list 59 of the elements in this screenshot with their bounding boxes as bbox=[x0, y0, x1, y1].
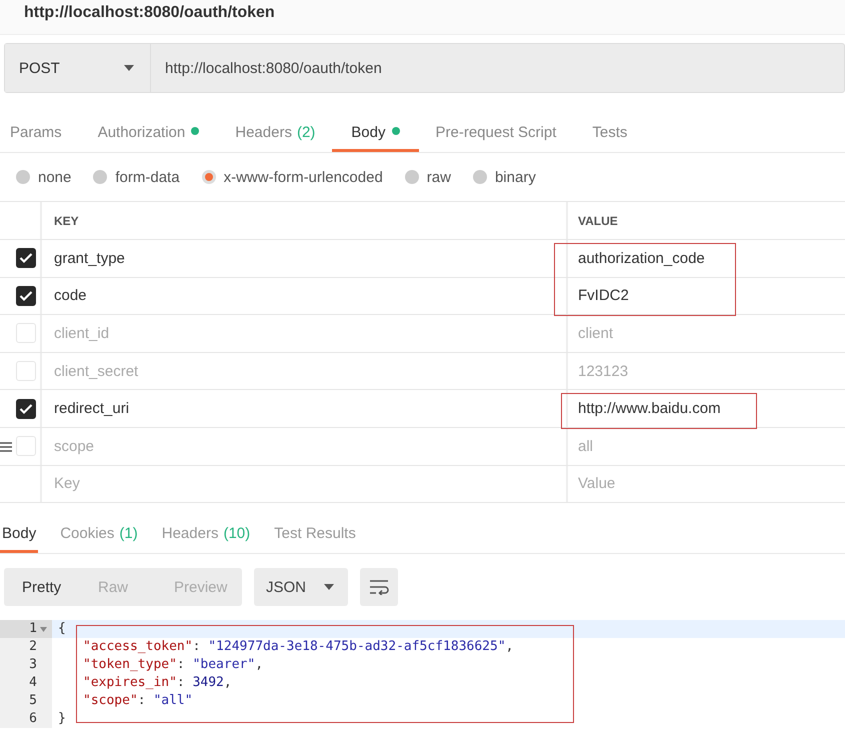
request-tab[interactable]: Pre-request Script bbox=[436, 115, 556, 152]
check-icon bbox=[19, 252, 33, 264]
response-tab[interactable]: Headers (10) bbox=[160, 517, 252, 554]
key-cell[interactable]: scope bbox=[42, 428, 568, 465]
key-cell[interactable]: grant_type bbox=[42, 240, 568, 277]
key-cell[interactable]: redirect_uri bbox=[42, 390, 568, 427]
view-mode-button[interactable]: Raw bbox=[80, 568, 156, 606]
request-tab[interactable]: Tests bbox=[592, 115, 628, 152]
response-tab[interactable]: Body bbox=[0, 517, 38, 554]
key-cell[interactable]: client_id bbox=[42, 315, 568, 352]
value-cell[interactable]: authorization_code bbox=[568, 240, 845, 277]
body-type-radio[interactable]: binary bbox=[472, 168, 536, 186]
body-type-radio[interactable]: none bbox=[16, 168, 72, 186]
line-number: 1 bbox=[28, 620, 37, 638]
wrap-lines-button[interactable] bbox=[360, 568, 398, 606]
wrap-icon bbox=[369, 579, 389, 596]
value-input[interactable]: Value bbox=[568, 466, 845, 502]
key-input[interactable]: Key bbox=[42, 466, 568, 502]
code-line: "access_token": "124977da-3e18-475b-ad32-af5cf1836625", bbox=[83, 638, 514, 656]
line-number: 2 bbox=[28, 638, 37, 656]
view-mode-button[interactable]: Pretty bbox=[4, 568, 80, 606]
row-checkbox[interactable] bbox=[16, 248, 36, 268]
line-number: 3 bbox=[28, 656, 37, 674]
fold-caret-icon[interactable] bbox=[40, 626, 47, 632]
code-line: { bbox=[57, 620, 66, 638]
drag-handle-icon[interactable] bbox=[0, 442, 12, 452]
value-cell[interactable]: FvIDC2 bbox=[568, 278, 845, 314]
code-line: "expires_in": 3492, bbox=[83, 674, 232, 692]
request-tab[interactable]: Authorization bbox=[98, 115, 200, 152]
response-tab[interactable]: Cookies (1) bbox=[58, 517, 140, 554]
view-mode-button[interactable]: Preview bbox=[156, 568, 232, 606]
request-title: http://localhost:8080/oauth/token bbox=[0, 0, 845, 35]
request-tab[interactable]: Params bbox=[10, 115, 62, 152]
body-type-radio[interactable]: x-www-form-urlencoded bbox=[202, 168, 383, 186]
check-icon bbox=[19, 290, 33, 302]
body-type-radio[interactable]: form-data bbox=[93, 168, 180, 186]
line-number: 6 bbox=[28, 710, 37, 728]
request-tab[interactable]: Headers (2) bbox=[235, 115, 316, 152]
caret-icon bbox=[324, 584, 334, 590]
column-header: VALUE bbox=[577, 212, 619, 230]
body-type-radio[interactable]: raw bbox=[404, 168, 451, 186]
row-checkbox[interactable] bbox=[16, 286, 36, 306]
check-icon bbox=[19, 402, 33, 415]
line-number: 4 bbox=[28, 674, 37, 692]
line-number: 5 bbox=[28, 692, 37, 710]
value-cell[interactable]: 123123 bbox=[568, 352, 845, 390]
key-cell[interactable]: code bbox=[42, 278, 568, 314]
format-dropdown[interactable]: JSON bbox=[254, 568, 348, 606]
code-line: } bbox=[57, 710, 66, 728]
row-checkbox[interactable] bbox=[16, 398, 36, 419]
value-cell[interactable]: http://www.baidu.com bbox=[568, 390, 845, 427]
response-tab[interactable]: Test Results bbox=[272, 517, 358, 554]
column-header: KEY bbox=[42, 202, 568, 239]
value-cell[interactable]: client bbox=[568, 315, 845, 352]
request-tab[interactable]: Body bbox=[332, 115, 418, 152]
value-cell[interactable]: all bbox=[568, 428, 845, 465]
key-cell[interactable]: client_secret bbox=[42, 352, 568, 390]
code-line: "scope": "all" bbox=[83, 692, 193, 710]
code-line: "token_type": "bearer", bbox=[83, 656, 264, 674]
